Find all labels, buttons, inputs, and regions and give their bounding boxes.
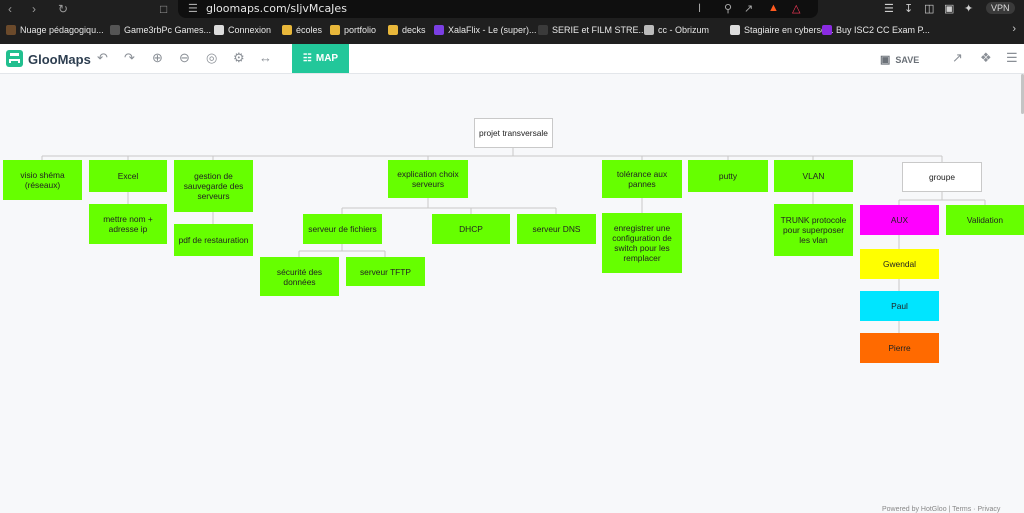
node-putty[interactable]: putty	[688, 160, 768, 192]
vpn-button[interactable]: VPN	[986, 2, 1015, 14]
redo-icon[interactable]: ↷	[124, 51, 135, 65]
app-toolbar: GlooMaps ↶ ↷ ⊕ ⊖ ◎ ⚙ ↔ ☷ MAP ▣ SAVE ↗ ❖ …	[0, 44, 1024, 74]
node-excel[interactable]: Excel	[89, 160, 167, 192]
bookmark-label: cc - Obrizum	[658, 25, 710, 35]
bookmark-item[interactable]: Game3rbPc Games...	[110, 25, 211, 35]
download-icon[interactable]: ↧	[904, 2, 913, 15]
browser-chrome: ‹ › ↻ □ ☰ gloomaps.com/sIjvMcaJes ا ⚲ ↗ …	[0, 0, 1024, 18]
bookmark-favicon-icon	[6, 25, 16, 35]
bookmark-item[interactable]: decks	[388, 25, 426, 35]
node-explication[interactable]: explication choix serveurs	[388, 160, 468, 198]
bookmark-item[interactable]: Buy ISC2 CC Exam P...	[822, 25, 930, 35]
target-icon[interactable]: ◎	[206, 51, 217, 65]
bookmark-label: decks	[402, 25, 426, 35]
node-tolerance-child[interactable]: enregistrer une configuration de switch …	[602, 213, 682, 273]
node-dns[interactable]: serveur DNS	[517, 214, 596, 244]
gloomaps-logo-icon[interactable]	[6, 50, 23, 67]
bookmark-item[interactable]: XalaFlix - Le (super)...	[434, 25, 537, 35]
zoom-out-icon[interactable]: ⊖	[179, 51, 190, 65]
node-paul[interactable]: Paul	[860, 291, 939, 321]
node-groupe[interactable]: groupe	[902, 162, 982, 192]
bookmark-favicon-icon	[282, 25, 292, 35]
bookmark-favicon-icon	[434, 25, 444, 35]
bookmark-icon[interactable]: □	[160, 1, 167, 17]
node-visio[interactable]: visio shéma (réseaux)	[3, 160, 82, 200]
extensions-icon[interactable]: ☰	[884, 2, 894, 15]
bookmark-item[interactable]: SERIE et FILM STRE...	[538, 25, 646, 35]
bookmark-favicon-icon	[214, 25, 224, 35]
floppy-icon: ▣	[880, 54, 891, 66]
leo-ai-icon[interactable]: ✦	[964, 2, 973, 15]
node-gwendal[interactable]: Gwendal	[860, 249, 939, 279]
app-logo-text[interactable]: GlooMaps	[28, 52, 91, 67]
bookmark-item[interactable]: Connexion	[214, 25, 271, 35]
gear-icon[interactable]: ⚙	[233, 51, 245, 65]
node-vlan[interactable]: VLAN	[774, 160, 853, 192]
translate-icon[interactable]: ا	[698, 2, 701, 15]
bookmark-item[interactable]: cc - Obrizum	[644, 25, 709, 35]
bookmark-label: Game3rbPc Games...	[124, 25, 212, 35]
export-icon[interactable]: ↗	[952, 51, 963, 65]
bookmark-item[interactable]: Nuage pédagogiqu...	[6, 25, 104, 35]
node-dhcp[interactable]: DHCP	[432, 214, 510, 244]
bookmark-item[interactable]: portfolio	[330, 25, 376, 35]
node-validation[interactable]: Validation	[946, 205, 1024, 235]
bookmark-item[interactable]: écoles	[282, 25, 322, 35]
site-info-icon[interactable]: ☰	[188, 2, 198, 15]
brave-shield-icon[interactable]: ▲	[768, 2, 779, 14]
tab-map[interactable]: ☷ MAP	[292, 44, 349, 73]
share-icon[interactable]: ↗	[744, 2, 753, 15]
node-excel-child[interactable]: mettre nom + adresse ip	[89, 204, 167, 244]
node-tolerance[interactable]: tolérance aux pannes	[602, 160, 682, 198]
bookmark-label: SERIE et FILM STRE...	[552, 25, 647, 35]
back-icon[interactable]: ‹	[8, 1, 12, 17]
node-pierre[interactable]: Pierre	[860, 333, 939, 363]
bookmark-label: portfolio	[344, 25, 377, 35]
wallet-icon[interactable]: ▣	[944, 2, 954, 15]
save-label: SAVE	[895, 54, 920, 65]
rewards-icon[interactable]: △	[792, 2, 800, 15]
node-gestion[interactable]: gestion de sauvegarde des serveurs	[174, 160, 253, 212]
node-tftp[interactable]: serveur TFTP	[346, 257, 425, 286]
bookmark-label: Buy ISC2 CC Exam P...	[836, 25, 930, 35]
menu-icon[interactable]: ☰	[1006, 51, 1018, 65]
bookmarks-overflow-icon[interactable]: ›	[1012, 23, 1016, 35]
twitter-icon[interactable]: ❖	[980, 51, 992, 65]
bookmark-favicon-icon	[822, 25, 832, 35]
search-icon[interactable]: ⚲	[724, 2, 732, 15]
bookmark-label: écoles	[296, 25, 323, 35]
footer-credit: Powered by HotGloo | Terms · Privacy	[882, 506, 1001, 513]
node-fichiers[interactable]: serveur de fichiers	[303, 214, 382, 244]
bookmark-label: XalaFlix - Le (super)...	[448, 25, 537, 35]
sidebar-icon[interactable]: ◫	[924, 2, 934, 15]
forward-icon[interactable]: ›	[32, 1, 36, 17]
tab-map-label: MAP	[315, 53, 339, 64]
map-canvas[interactable]: projet transversale visio shéma (réseaux…	[0, 74, 1024, 513]
bookmark-favicon-icon	[330, 25, 340, 35]
bookmark-label: Stagiaire en cybersé...	[744, 25, 834, 35]
undo-icon[interactable]: ↶	[97, 51, 108, 65]
node-securite[interactable]: sécurité des données	[260, 257, 339, 296]
bookmark-favicon-icon	[388, 25, 398, 35]
node-aux[interactable]: AUX	[860, 205, 939, 235]
width-icon[interactable]: ↔	[259, 51, 272, 65]
bookmark-favicon-icon	[730, 25, 740, 35]
bookmark-label: Connexion	[228, 25, 272, 35]
url-text: gloomaps.com/sIjvMcaJes	[206, 2, 347, 15]
bookmark-favicon-icon	[110, 25, 120, 35]
node-gestion-child[interactable]: pdf de restauration	[174, 224, 253, 256]
sitemap-icon: ☷	[302, 53, 312, 64]
node-vlan-child[interactable]: TRUNK protocole pour superposer les vlan	[774, 204, 853, 256]
bookmark-label: Nuage pédagogiqu...	[20, 25, 104, 35]
bookmark-favicon-icon	[538, 25, 548, 35]
root-node[interactable]: projet transversale	[474, 118, 553, 148]
bookmark-item[interactable]: Stagiaire en cybersé...	[730, 25, 834, 35]
reload-icon[interactable]: ↻	[58, 1, 68, 17]
bookmarks-bar: Nuage pédagogiqu... Game3rbPc Games... Con…	[0, 18, 1024, 45]
address-bar[interactable]: ☰ gloomaps.com/sIjvMcaJes ا ⚲ ↗ ▲ △	[178, 0, 818, 18]
save-button[interactable]: ▣ SAVE	[880, 53, 919, 66]
zoom-in-icon[interactable]: ⊕	[152, 51, 163, 65]
bookmark-favicon-icon	[644, 25, 654, 35]
